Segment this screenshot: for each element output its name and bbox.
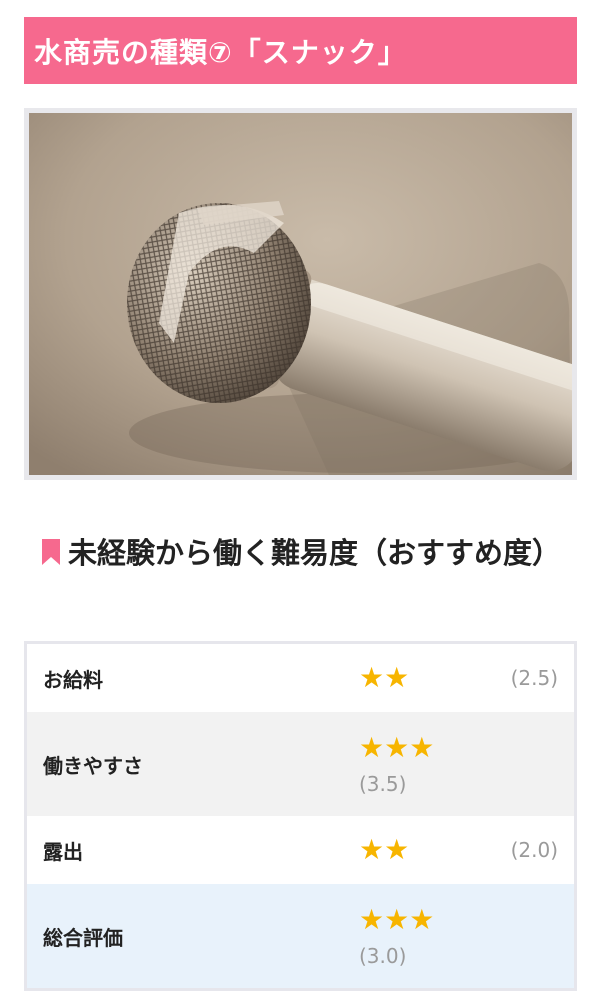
rating-row-salary: お給料 ★★ (2.5)	[27, 644, 574, 712]
heading-title: 水商売の種類⑦「スナック」	[34, 35, 407, 69]
rating-value: ★★★ (3.0)	[359, 903, 574, 969]
microphone-image	[29, 113, 572, 475]
star-icon: ★★★	[359, 903, 435, 936]
star-icon: ★★	[359, 661, 410, 694]
rating-value: ★★ (2.0)	[359, 834, 574, 866]
rating-table: お給料 ★★ (2.5) 働きやすさ ★★★ (3.5) 露出 ★★ (2.0)…	[24, 641, 577, 991]
star-icon: ★★	[359, 833, 410, 866]
section-title-text: 未経験から働く難易度（おすすめ度）	[67, 536, 561, 570]
rating-label: 露出	[43, 839, 83, 864]
rating-value: ★★ (2.5)	[359, 662, 574, 694]
rating-label: 働きやすさ	[43, 753, 143, 778]
rating-row-workability: 働きやすさ ★★★ (3.5)	[27, 712, 574, 816]
rating-score: (3.0)	[359, 944, 407, 968]
rating-label: 総合評価	[43, 925, 123, 950]
microphone-photo	[24, 108, 577, 480]
star-icon: ★★★	[359, 731, 435, 764]
rating-value: ★★★ (3.5)	[359, 731, 574, 797]
rating-score: (2.5)	[510, 666, 558, 690]
rating-label: お給料	[43, 667, 103, 692]
rating-row-overall: 総合評価 ★★★ (3.0)	[27, 884, 574, 988]
rating-row-exposure: 露出 ★★ (2.0)	[27, 816, 574, 884]
heading-banner: 水商売の種類⑦「スナック」	[24, 17, 577, 84]
rating-score: (3.5)	[359, 772, 407, 796]
section-title: 未経験から働く難易度（おすすめ度）	[24, 525, 577, 635]
rating-score: (2.0)	[510, 838, 558, 862]
bookmark-icon	[41, 539, 60, 565]
